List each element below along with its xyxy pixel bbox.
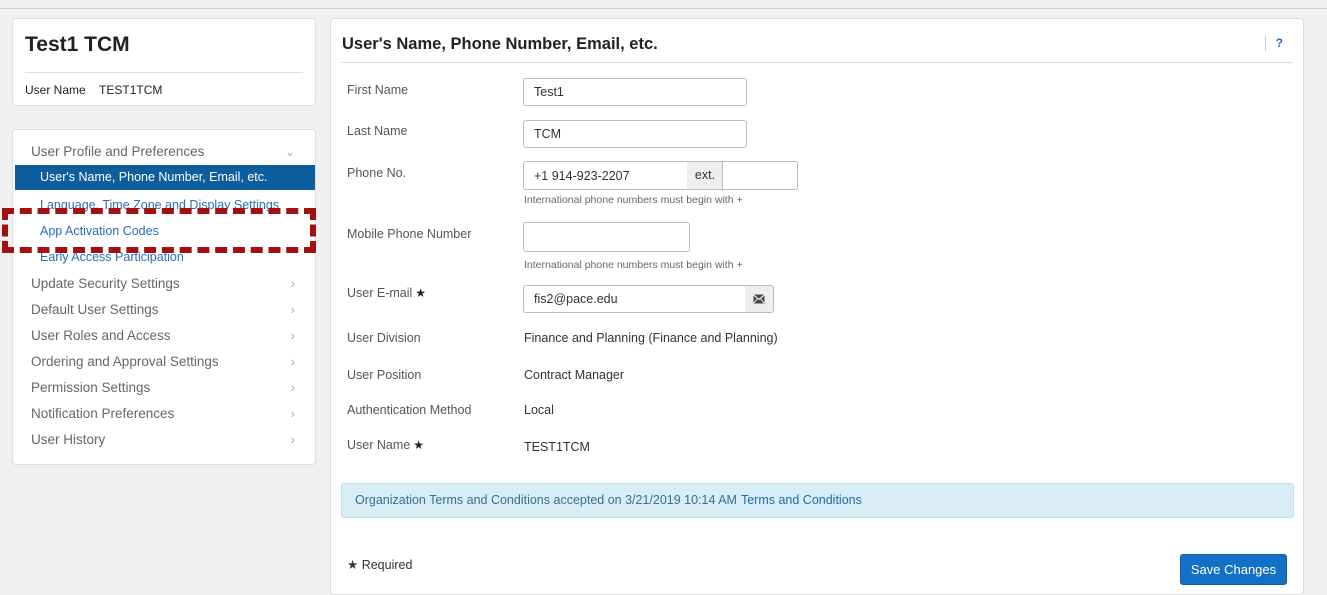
nav-section-label: User Profile and Preferences — [31, 144, 205, 159]
nav-item-default-settings[interactable]: Default User Settings › — [13, 297, 315, 323]
user-name-row: User Name TEST1TCM — [25, 83, 162, 97]
nav-item-permissions[interactable]: Permission Settings › — [13, 375, 315, 401]
email-input[interactable] — [523, 285, 746, 313]
terms-alert: Organization Terms and Conditions accept… — [341, 483, 1294, 518]
position-label: User Position — [347, 368, 422, 382]
settings-nav: User Profile and Preferences ⌄ User's Na… — [12, 129, 316, 465]
chevron-right-icon: › — [290, 328, 295, 343]
send-email-button[interactable] — [745, 285, 774, 313]
user-name-label: User Name — [25, 83, 86, 97]
division-value: Finance and Planning (Finance and Planni… — [524, 331, 778, 345]
nav-item-label: User History — [31, 432, 106, 447]
ext-label: ext. — [687, 161, 723, 190]
mobile-phone-input[interactable] — [523, 222, 690, 252]
division-label: User Division — [347, 331, 421, 345]
chevron-right-icon: › — [290, 302, 295, 317]
nav-item-label: Update Security Settings — [31, 276, 180, 291]
nav-item-security[interactable]: Update Security Settings › — [13, 271, 315, 297]
first-name-input[interactable] — [523, 78, 747, 106]
nav-sub-item-users-name[interactable]: User's Name, Phone Number, Email, etc. — [15, 165, 315, 190]
required-star-icon: ★ — [347, 558, 359, 572]
save-changes-button[interactable]: Save Changes — [1180, 554, 1287, 585]
card-divider — [25, 72, 303, 73]
username-label: User Name — [347, 438, 411, 452]
nav-section-user-profile[interactable]: User Profile and Preferences ⌄ — [13, 139, 315, 165]
user-summary-card: Test1 TCM User Name TEST1TCM — [12, 18, 316, 106]
title-divider — [341, 62, 1293, 63]
phone-label: Phone No. — [347, 166, 407, 180]
position-value: Contract Manager — [524, 368, 625, 382]
nav-item-roles[interactable]: User Roles and Access › — [13, 323, 315, 349]
mobile-label: Mobile Phone Number — [347, 227, 472, 241]
nav-item-label: Default User Settings — [31, 302, 159, 317]
chevron-down-icon: ⌄ — [284, 145, 295, 159]
last-name-input[interactable] — [523, 120, 747, 148]
username-label-row: User Name ★ — [347, 438, 424, 452]
phone-ext-input[interactable] — [722, 161, 798, 190]
page-title: User's Name, Phone Number, Email, etc. — [342, 35, 658, 53]
nav-sub-item-early-access[interactable]: Early Access Participation — [15, 245, 315, 270]
nav-item-notifications[interactable]: Notification Preferences › — [13, 401, 315, 427]
phone-input[interactable] — [523, 161, 688, 190]
nav-item-label: User Roles and Access — [31, 328, 171, 343]
username-value: TEST1TCM — [524, 440, 590, 454]
nav-sub-item-language[interactable]: Language, Time Zone and Display Settings — [15, 193, 315, 218]
user-display-name: Test1 TCM — [25, 33, 130, 56]
nav-sub-item-app-activation[interactable]: App Activation Codes — [15, 219, 315, 244]
email-label: User E-mail — [347, 286, 413, 300]
required-note: ★ Required — [347, 557, 412, 572]
help-button[interactable]: ? — [1264, 35, 1283, 51]
terms-link[interactable]: Terms and Conditions — [741, 493, 862, 507]
nav-item-label: Notification Preferences — [31, 406, 175, 421]
user-name-value: TEST1TCM — [99, 83, 163, 97]
nav-item-label: Ordering and Approval Settings — [31, 354, 219, 369]
envelope-icon — [753, 294, 765, 304]
nav-item-label: Permission Settings — [31, 380, 151, 395]
nav-item-ordering[interactable]: Ordering and Approval Settings › — [13, 349, 315, 375]
required-star-icon: ★ — [413, 438, 424, 452]
first-name-label: First Name — [347, 83, 409, 97]
terms-text: Organization Terms and Conditions accept… — [355, 493, 737, 507]
mobile-hint: International phone numbers must begin w… — [524, 259, 743, 271]
auth-method-label: Authentication Method — [347, 403, 472, 417]
last-name-label: Last Name — [347, 124, 408, 138]
chevron-right-icon: › — [290, 354, 295, 369]
email-label-row: User E-mail ★ — [347, 286, 426, 300]
chevron-right-icon: › — [290, 432, 295, 447]
required-star-icon: ★ — [415, 286, 427, 300]
top-border — [0, 8, 1327, 9]
auth-method-value: Local — [524, 403, 554, 417]
chevron-right-icon: › — [290, 276, 295, 291]
nav-item-history[interactable]: User History › — [13, 427, 315, 453]
main-panel: User's Name, Phone Number, Email, etc. ?… — [330, 18, 1304, 595]
required-note-text: Required — [361, 558, 413, 572]
phone-hint: International phone numbers must begin w… — [524, 194, 743, 206]
chevron-right-icon: › — [290, 380, 295, 395]
chevron-right-icon: › — [290, 406, 295, 421]
